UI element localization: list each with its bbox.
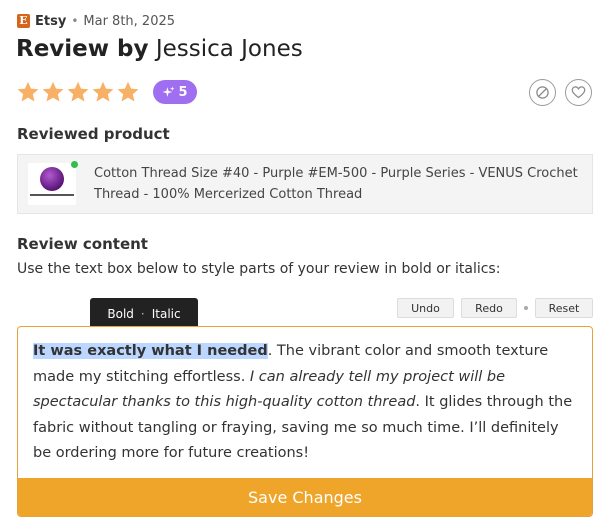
review-content-label: Review content <box>17 235 148 253</box>
favorite-button[interactable] <box>565 79 592 106</box>
editor-instructions: Use the text box below to style parts of… <box>17 261 501 277</box>
redo-button[interactable]: Redo <box>461 298 517 318</box>
format-toolbar-popup: Bold · Italic <box>90 298 198 329</box>
review-text[interactable]: It was exactly what I needed. The vibran… <box>33 339 579 467</box>
status-dot <box>71 161 78 168</box>
selected-text[interactable]: It was exactly what I needed <box>33 343 268 359</box>
product-thumbnail <box>28 161 78 205</box>
save-changes-button[interactable]: Save Changes <box>18 478 592 516</box>
product-card[interactable]: Cotton Thread Size #40 - Purple #EM-500 … <box>17 154 593 214</box>
title-prefix: Review by <box>16 36 149 62</box>
reviewer-name: Jessica Jones <box>155 36 303 62</box>
undo-button[interactable]: Undo <box>397 298 454 318</box>
thumbnail-caption <box>30 194 74 200</box>
toolbar-dot <box>524 306 528 310</box>
reset-button[interactable]: Reset <box>535 298 593 318</box>
star-icon <box>117 81 139 102</box>
ai-rating-badge: 5 <box>153 80 197 104</box>
sparkles-icon <box>163 86 175 97</box>
hide-review-button[interactable] <box>529 79 556 106</box>
star-icon <box>17 81 39 102</box>
thread-ball-image <box>40 167 64 191</box>
product-name: Cotton Thread Size #40 - Purple #EM-500 … <box>94 166 578 202</box>
star-rating <box>16 80 140 104</box>
star-icon <box>67 81 89 102</box>
source-row: E Etsy • Mar 8th, 2025 <box>17 12 175 30</box>
hide-icon <box>536 86 549 99</box>
toolbar-separator: · <box>140 306 145 321</box>
page-title: Review by Jessica Jones <box>16 36 303 62</box>
bold-button[interactable]: Bold <box>107 307 134 321</box>
star-icon <box>92 81 114 102</box>
star-icon <box>42 81 64 102</box>
review-date: Mar 8th, 2025 <box>83 13 176 29</box>
review-editor[interactable]: It was exactly what I needed. The vibran… <box>17 326 593 517</box>
etsy-logo-icon: E <box>17 14 30 28</box>
italic-button[interactable]: Italic <box>152 307 181 321</box>
reviewed-product-label: Reviewed product <box>17 125 170 143</box>
ai-rating-value: 5 <box>178 84 188 100</box>
heart-icon <box>571 86 586 99</box>
meta-separator: • <box>71 14 79 28</box>
source-name: Etsy <box>35 13 67 29</box>
